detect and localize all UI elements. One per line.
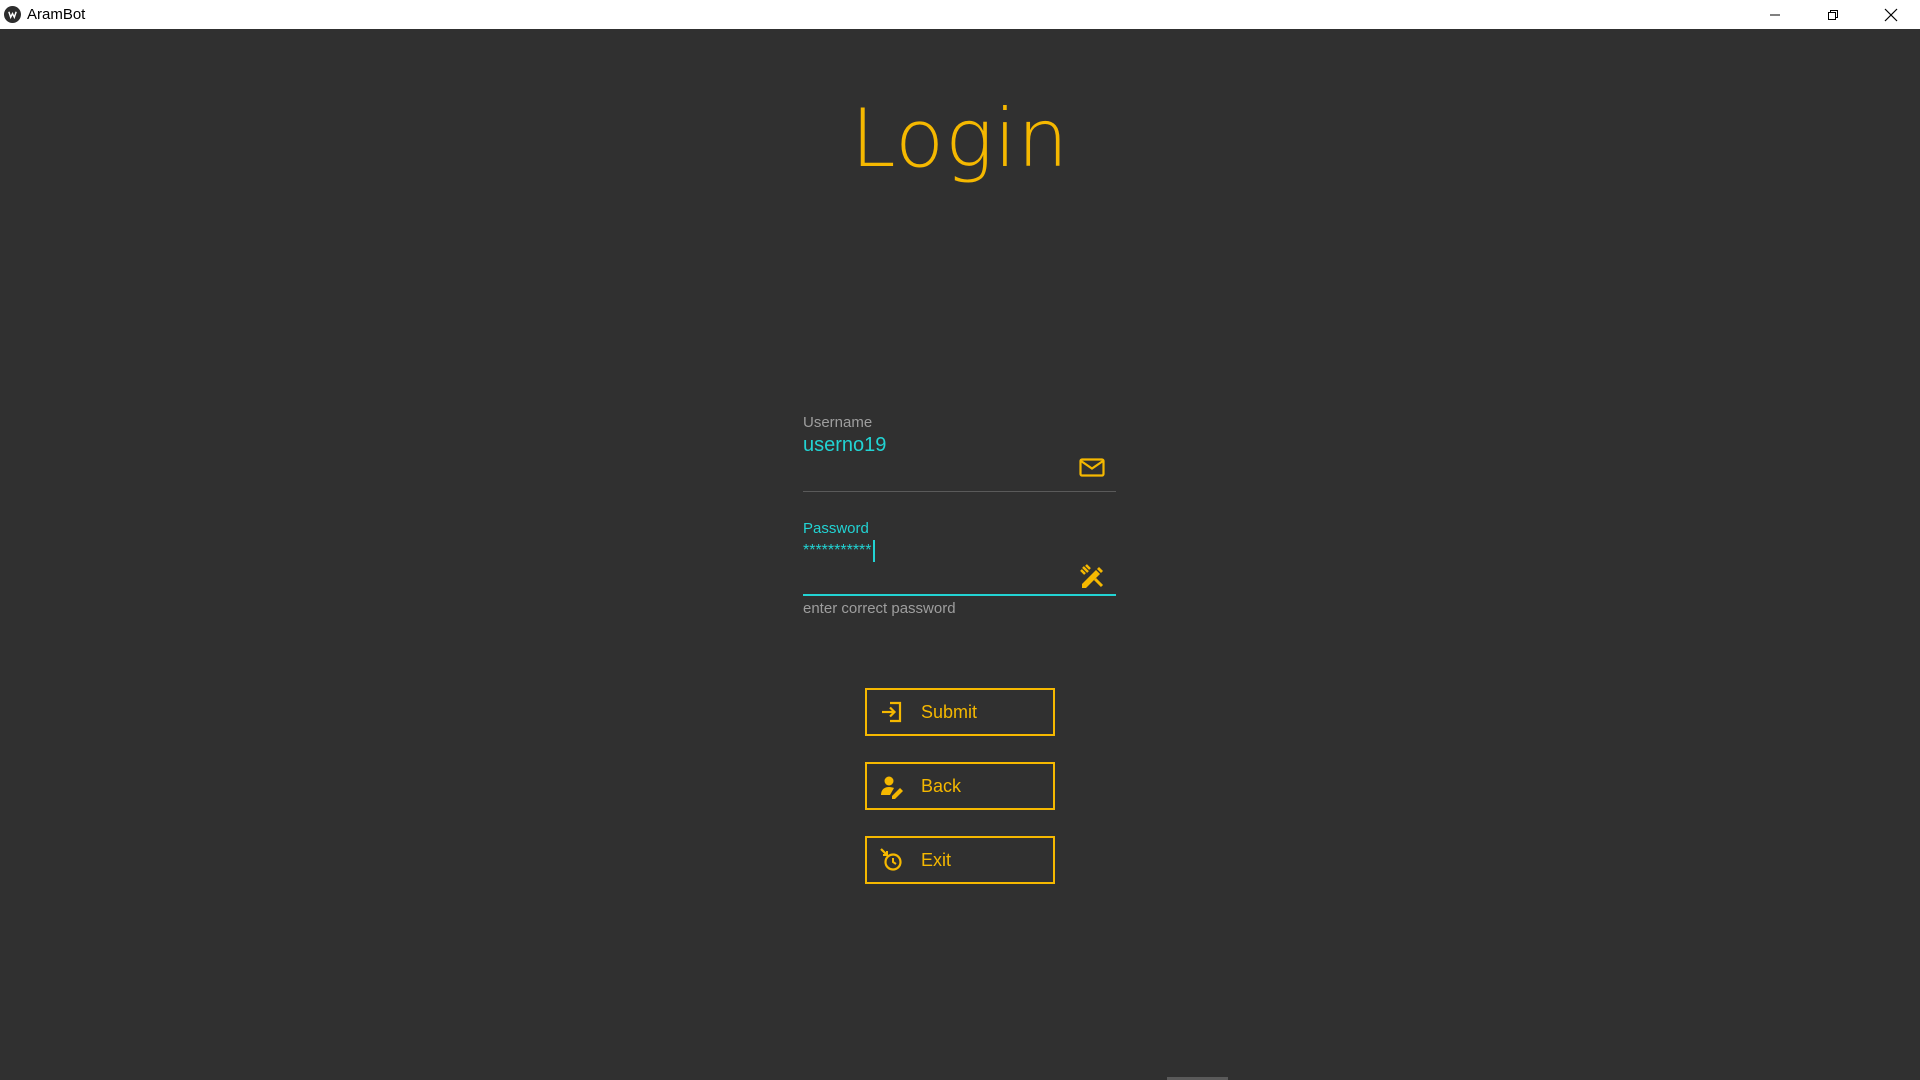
- submit-label: Submit: [921, 701, 978, 722]
- password-label: Password: [803, 520, 869, 537]
- email-icon: [1078, 453, 1106, 481]
- password-underline: [803, 594, 1116, 596]
- submit-button[interactable]: Submit: [865, 688, 1055, 736]
- restore-icon: [1828, 9, 1838, 20]
- text-caret: [872, 540, 875, 562]
- login-icon: [879, 699, 905, 725]
- close-button[interactable]: [1862, 0, 1920, 29]
- window-controls: [1746, 0, 1920, 29]
- minimize-icon: [1770, 14, 1780, 15]
- back-label: Back: [921, 775, 962, 796]
- username-underline: [803, 491, 1116, 492]
- password-input[interactable]: ***********: [803, 540, 1116, 562]
- username-label: Username: [803, 414, 873, 431]
- app-window: Login Username userno19 Password *******…: [0, 29, 1920, 1080]
- timer-icon: [879, 847, 905, 873]
- back-button[interactable]: Back: [865, 762, 1055, 810]
- restore-button[interactable]: [1804, 0, 1862, 29]
- app-logo-icon: [4, 6, 21, 23]
- window-title: AramBot: [27, 6, 86, 23]
- pencil-ruler-icon: [1078, 562, 1106, 590]
- close-icon: [1884, 8, 1898, 21]
- page-title: Login: [850, 92, 1070, 185]
- password-helper-text: enter correct password: [803, 600, 956, 617]
- password-mask: ***********: [803, 542, 872, 559]
- username-input[interactable]: userno19: [803, 434, 1116, 457]
- exit-button[interactable]: Exit: [865, 836, 1055, 884]
- username-field[interactable]: Username userno19: [803, 414, 1116, 494]
- minimize-button[interactable]: [1746, 0, 1804, 29]
- password-field[interactable]: Password *********** enter correct passw…: [803, 520, 1116, 620]
- title-bar: AramBot: [0, 0, 1920, 29]
- account-edit-icon: [879, 773, 905, 799]
- exit-label: Exit: [921, 849, 952, 870]
